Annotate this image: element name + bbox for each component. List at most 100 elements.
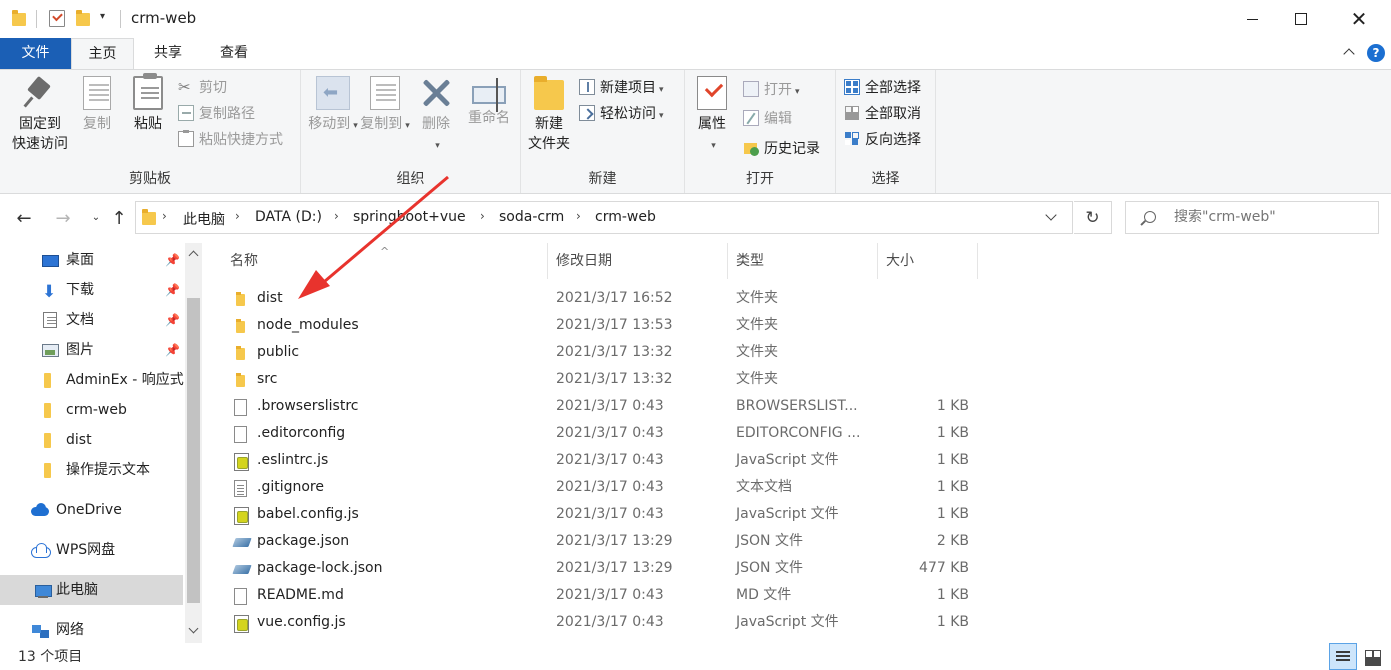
select-all-button[interactable]: 全部选择 bbox=[844, 77, 921, 99]
column-header-date[interactable]: 修改日期 bbox=[548, 243, 728, 279]
minimize-button[interactable] bbox=[1230, 0, 1276, 38]
file-name: public bbox=[257, 344, 300, 360]
table-row[interactable]: src 2021/3/17 13:32 文件夹 bbox=[216, 366, 976, 393]
file-type: 文件夹 bbox=[736, 290, 778, 306]
open-group-label: 打开 bbox=[746, 171, 774, 187]
table-row[interactable]: .browserslistrc 2021/3/17 0:43 BROWSERSL… bbox=[216, 393, 976, 420]
column-header-name[interactable]: 名称 bbox=[216, 243, 548, 279]
refresh-button[interactable]: ↻ bbox=[1074, 201, 1112, 234]
up-button[interactable]: ↑ bbox=[108, 208, 130, 229]
copy-path-label: 复制路径 bbox=[199, 106, 255, 122]
move-to-button[interactable]: 移动到▾ bbox=[305, 76, 361, 136]
search-box[interactable] bbox=[1125, 201, 1379, 234]
pin-quick-access-button[interactable]: 固定到 快速访问 bbox=[8, 76, 72, 154]
tab-file[interactable]: 文件 bbox=[0, 38, 71, 69]
properties-button[interactable]: 属性 ▾ bbox=[691, 76, 733, 156]
tab-share[interactable]: 共享 bbox=[138, 38, 198, 69]
table-row[interactable]: public 2021/3/17 13:32 文件夹 bbox=[216, 339, 976, 366]
nav-item-adminex[interactable]: AdminEx - 响应式 bbox=[0, 365, 184, 395]
column-header-type[interactable]: 类型 bbox=[728, 243, 878, 279]
help-icon[interactable]: ? bbox=[1367, 44, 1385, 62]
nav-item-desktop[interactable]: 桌面 📌 bbox=[0, 245, 183, 275]
breadcrumb-this-pc[interactable]: 此电脑 bbox=[183, 209, 225, 229]
scroll-down-chevron-icon[interactable] bbox=[185, 623, 202, 639]
edit-button[interactable]: 编辑 bbox=[743, 108, 792, 130]
nav-item-network[interactable]: 网络 bbox=[0, 615, 183, 645]
history-button[interactable]: 历史记录 bbox=[743, 138, 820, 160]
nav-item-pictures[interactable]: 图片 📌 bbox=[0, 335, 183, 365]
new-folder-quick-icon[interactable] bbox=[76, 10, 90, 26]
table-row[interactable]: babel.config.js 2021/3/17 0:43 JavaScrip… bbox=[216, 501, 976, 528]
collapse-ribbon-chevron-icon[interactable] bbox=[1343, 45, 1355, 57]
delete-button[interactable]: 删除 ▾ bbox=[417, 76, 455, 156]
address-bar[interactable]: › 此电脑 › DATA (D:) › springboot+vue › sod… bbox=[135, 201, 1073, 234]
new-folder-button[interactable]: 新建 文件夹 bbox=[525, 76, 573, 154]
breadcrumb-separator[interactable]: › bbox=[334, 209, 339, 223]
open-button[interactable]: 打开 ▾ bbox=[743, 79, 800, 101]
paste-button[interactable]: 粘贴 bbox=[128, 73, 168, 134]
breadcrumb-separator[interactable]: › bbox=[480, 209, 485, 223]
table-row[interactable]: .gitignore 2021/3/17 0:43 文本文档 1 KB bbox=[216, 474, 976, 501]
address-dropdown-chevron-icon[interactable] bbox=[1045, 211, 1059, 225]
table-row[interactable]: package-lock.json 2021/3/17 13:29 JSON 文… bbox=[216, 555, 976, 582]
table-row[interactable]: vue.config.js 2021/3/17 0:43 JavaScript … bbox=[216, 609, 976, 636]
pin-icon: 📌 bbox=[165, 343, 180, 357]
pin-icon: 📌 bbox=[165, 283, 180, 297]
nav-item-crm-web[interactable]: crm-web bbox=[0, 395, 183, 425]
paste-shortcut-button[interactable]: 粘贴快捷方式 bbox=[178, 129, 283, 151]
nav-item-downloads[interactable]: 下载 📌 bbox=[0, 275, 183, 307]
navigation-scrollbar[interactable] bbox=[185, 243, 202, 643]
table-row[interactable]: README.md 2021/3/17 0:43 MD 文件 1 KB bbox=[216, 582, 976, 609]
folder-icon bbox=[142, 209, 156, 225]
tab-view[interactable]: 查看 bbox=[204, 38, 264, 69]
copy-path-button[interactable]: 复制路径 bbox=[178, 103, 255, 125]
nav-item-documents[interactable]: 文档 📌 bbox=[0, 305, 183, 335]
new-item-button[interactable]: 新建项目 ▾ bbox=[579, 77, 664, 99]
search-input[interactable] bbox=[1174, 209, 1369, 225]
close-button[interactable]: ✕ bbox=[1336, 0, 1382, 38]
column-header-size[interactable]: 大小 bbox=[878, 243, 978, 279]
copy-button[interactable]: 复制 bbox=[78, 76, 116, 134]
copy-to-button[interactable]: 复制到 ▾ bbox=[357, 76, 413, 136]
breadcrumb-springboot-vue[interactable]: springboot+vue bbox=[353, 209, 466, 225]
rename-button[interactable]: 重命名 bbox=[463, 76, 515, 128]
history-icon bbox=[743, 140, 759, 156]
select-none-button[interactable]: 全部取消 bbox=[844, 103, 921, 125]
table-row[interactable]: package.json 2021/3/17 13:29 JSON 文件 2 K… bbox=[216, 528, 976, 555]
select-group-label: 选择 bbox=[871, 171, 900, 187]
table-row[interactable]: .editorconfig 2021/3/17 0:43 EDITORCONFI… bbox=[216, 420, 976, 447]
recent-locations-button[interactable]: ⌄ bbox=[85, 212, 107, 223]
file-type: BROWSERSLIST... bbox=[736, 398, 858, 414]
table-row[interactable]: node_modules 2021/3/17 13:53 文件夹 bbox=[216, 312, 976, 339]
large-icons-view-icon[interactable] bbox=[1360, 643, 1386, 670]
quick-access-dropdown[interactable]: ▾ bbox=[100, 11, 105, 22]
nav-item-dist[interactable]: dist bbox=[0, 425, 183, 455]
properties-check-icon[interactable] bbox=[49, 10, 65, 27]
breadcrumb-separator[interactable]: › bbox=[235, 209, 240, 223]
breadcrumb-data-drive[interactable]: DATA (D:) bbox=[255, 209, 322, 225]
scroll-up-chevron-icon[interactable] bbox=[185, 245, 202, 261]
back-button[interactable]: ← bbox=[13, 208, 35, 229]
cut-label: 剪切 bbox=[199, 80, 227, 96]
breadcrumb-crm-web[interactable]: crm-web bbox=[595, 209, 656, 225]
tab-home[interactable]: 主页 bbox=[71, 38, 134, 70]
breadcrumb-soda-crm[interactable]: soda-crm bbox=[499, 209, 564, 225]
json-file-icon bbox=[234, 561, 252, 577]
table-row[interactable]: .eslintrc.js 2021/3/17 0:43 JavaScript 文… bbox=[216, 447, 976, 474]
maximize-button[interactable] bbox=[1277, 0, 1323, 38]
breadcrumb-separator[interactable]: › bbox=[576, 209, 581, 223]
scroll-thumb[interactable] bbox=[187, 298, 200, 603]
forward-button[interactable]: → bbox=[52, 208, 74, 229]
nav-item-onedrive[interactable]: OneDrive bbox=[0, 495, 183, 525]
easy-access-button[interactable]: 轻松访问 ▾ bbox=[579, 103, 664, 125]
invert-selection-button[interactable]: 反向选择 bbox=[844, 129, 921, 151]
javascript-file-icon bbox=[234, 615, 249, 633]
nav-item-wps-cloud[interactable]: WPS网盘 bbox=[0, 535, 183, 565]
details-view-icon[interactable] bbox=[1329, 643, 1357, 670]
breadcrumb-separator[interactable]: › bbox=[162, 209, 167, 223]
nav-item-label: dist bbox=[66, 432, 92, 448]
cut-button[interactable]: 剪切 bbox=[178, 76, 227, 99]
nav-item-prompt-text[interactable]: 操作提示文本 bbox=[0, 455, 183, 485]
nav-item-this-pc[interactable]: 此电脑 bbox=[0, 575, 183, 605]
table-row[interactable]: dist 2021/3/17 16:52 文件夹 bbox=[216, 285, 976, 312]
